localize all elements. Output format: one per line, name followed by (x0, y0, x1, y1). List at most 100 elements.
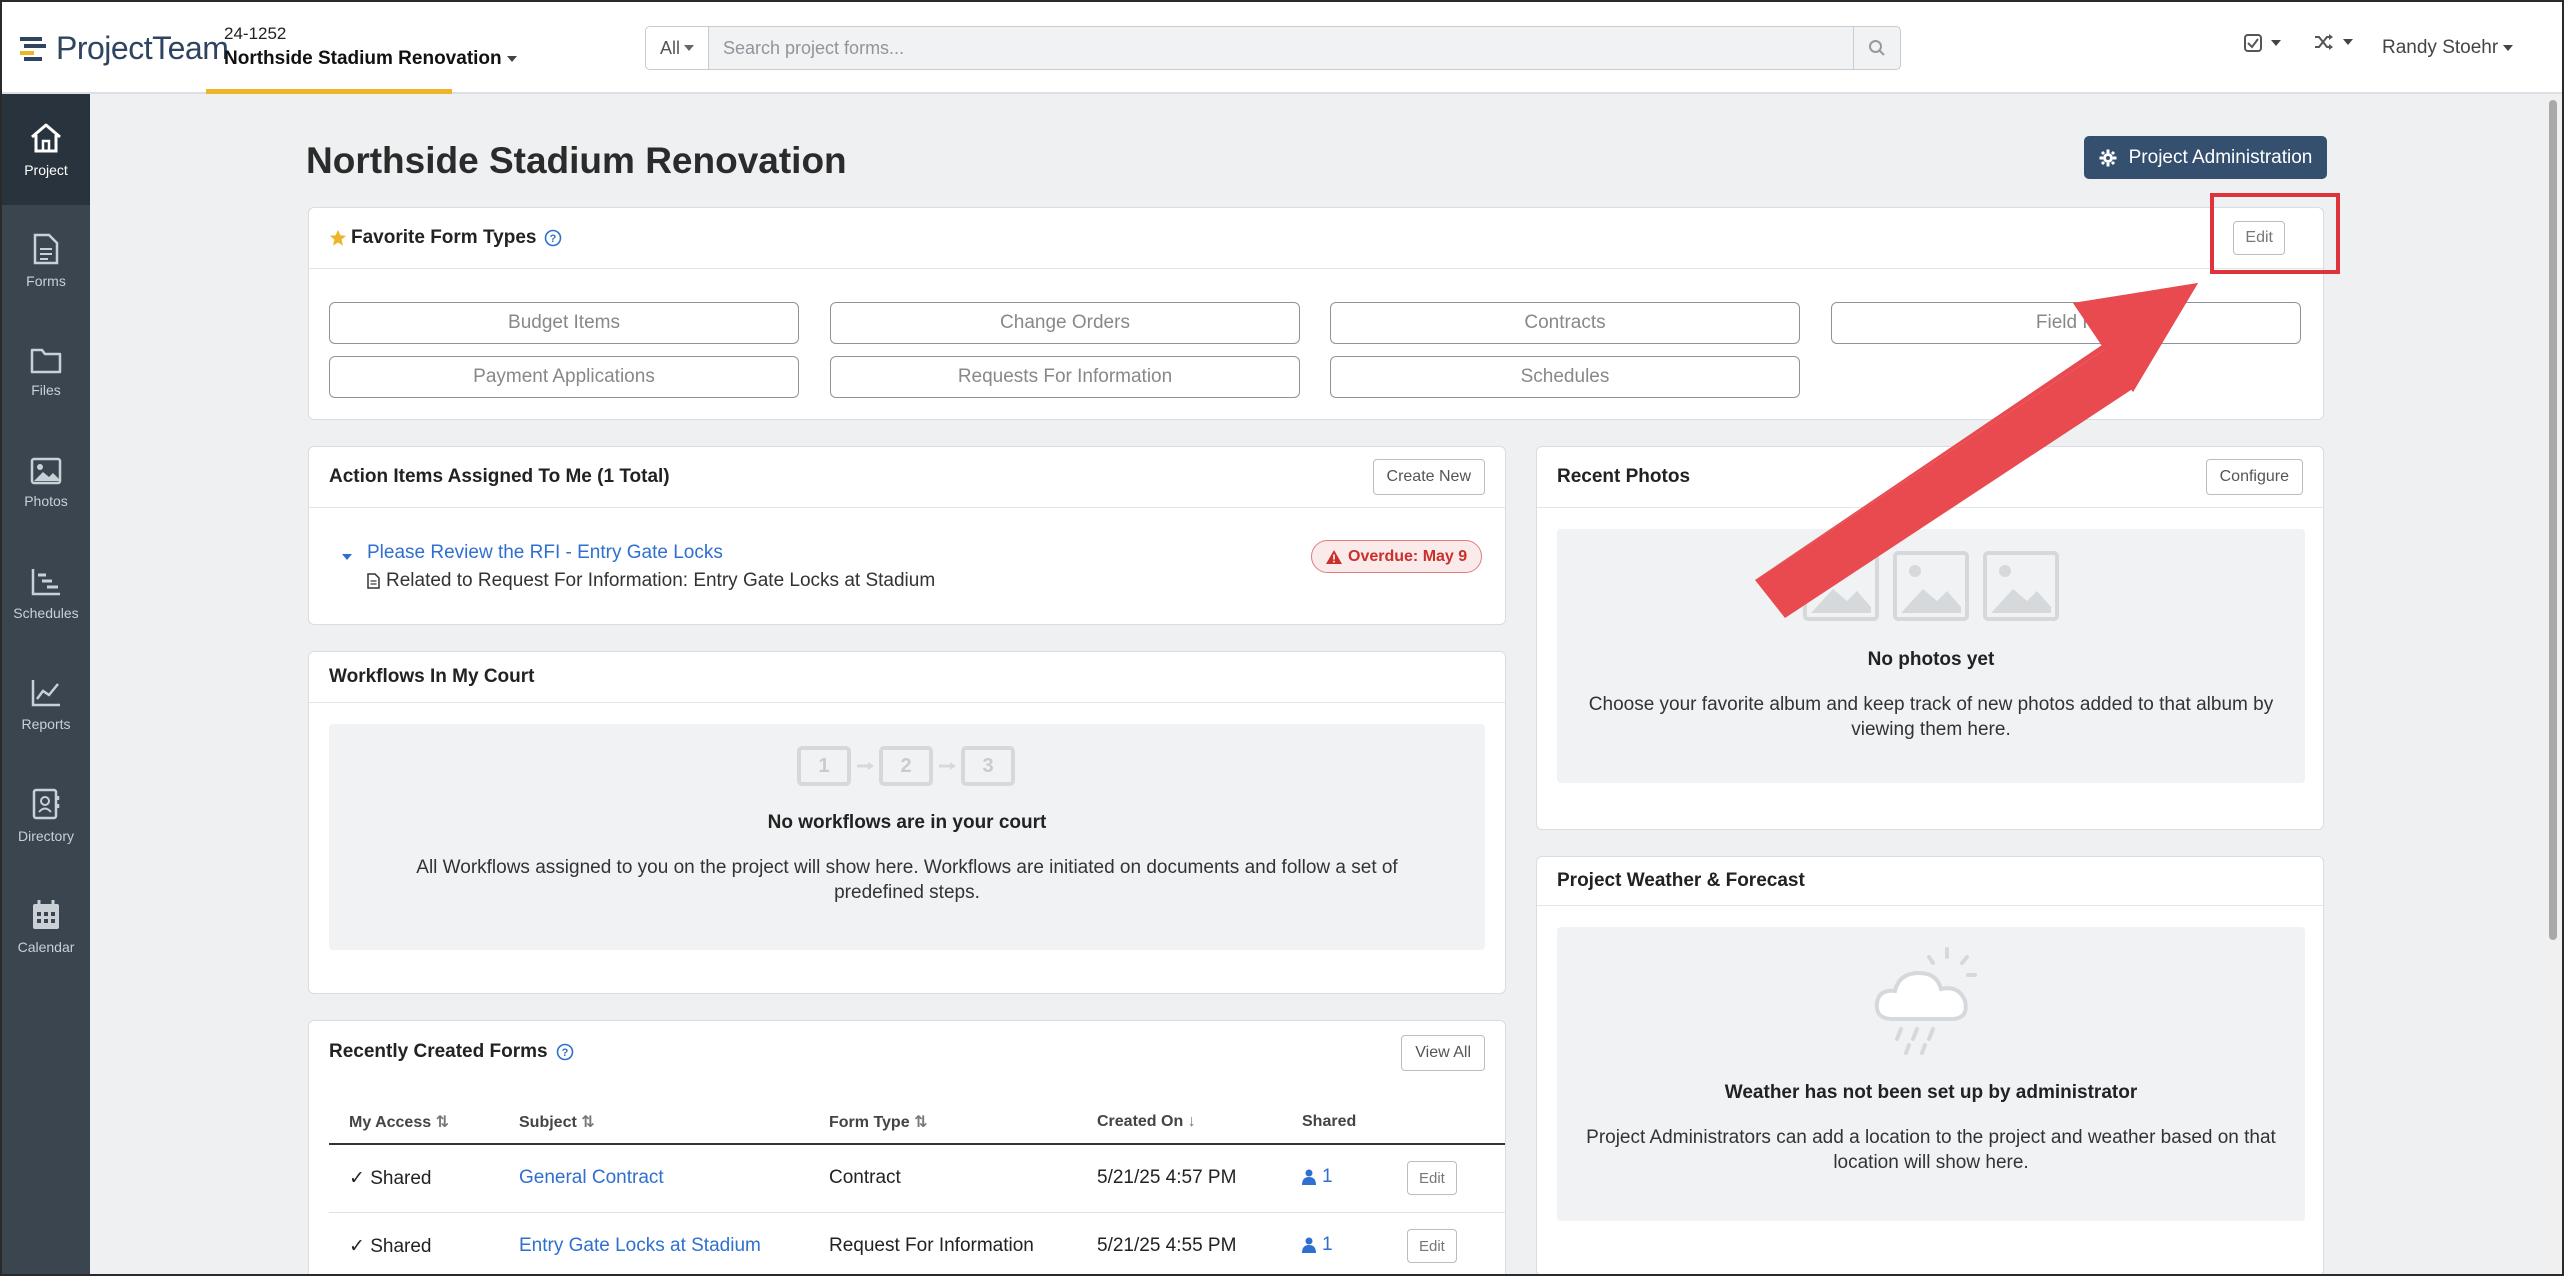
caret-down-icon (2503, 44, 2514, 51)
sidebar-item-schedules[interactable]: Schedules (2, 538, 90, 649)
logo-mark-icon (20, 36, 46, 61)
sidebar-item-photos[interactable]: Photos (2, 427, 90, 538)
view-all-button[interactable]: View All (1401, 1035, 1485, 1071)
app-logo[interactable]: ProjectTeam (20, 30, 229, 67)
search-bar: All (645, 26, 1901, 70)
search-icon (1869, 40, 1885, 56)
table-row: ✓ Shared Entry Gate Locks at Stadium Req… (329, 1212, 1505, 1276)
sidebar-item-project[interactable]: Project (2, 94, 90, 205)
column-shared: Shared (1282, 1101, 1387, 1145)
sidebar-item-reports[interactable]: Reports (2, 649, 90, 760)
cloud-sun-rain-icon (1874, 947, 1977, 1055)
photos-empty-state: No photos yet Choose your favorite album… (1557, 529, 2305, 783)
subject-link[interactable]: Entry Gate Locks at Stadium (519, 1235, 761, 1256)
sidebar-item-label: Schedules (13, 604, 79, 621)
access-text: Shared (370, 1167, 432, 1189)
help-icon[interactable]: ? (544, 229, 562, 247)
recent-photos-title: Recent Photos (1557, 466, 1691, 487)
overdue-text: Overdue: May 9 (1348, 547, 1468, 565)
shuffle-menu[interactable] (2314, 34, 2353, 50)
help-icon[interactable]: ? (556, 1043, 574, 1061)
workflows-header: Workflows In My Court (309, 652, 1505, 703)
access-text: Shared (370, 1235, 432, 1257)
column-form-type[interactable]: Form Type ⇅ (809, 1101, 1077, 1145)
top-bar: ProjectTeam 24-1252 Northside Stadium Re… (0, 0, 2564, 94)
created-on-cell: 5/21/25 4:57 PM (1077, 1144, 1282, 1213)
sidebar-item-label: Photos (24, 492, 68, 509)
favorite-budget-items[interactable]: Budget Items (329, 302, 799, 344)
scrollbar-thumb[interactable] (2549, 100, 2557, 940)
shared-cell: 1 (1282, 1144, 1387, 1213)
recent-forms-title: Recently Created Forms (329, 1040, 548, 1062)
page-title: Northside Stadium Renovation (306, 140, 847, 181)
checkbox-icon (2244, 34, 2262, 52)
table-header-row: My Access ⇅ Subject ⇅ Form Type ⇅ Create… (329, 1101, 1505, 1145)
favorite-payment-applications[interactable]: Payment Applications (329, 356, 799, 398)
favorite-label: Contracts (1524, 312, 1606, 333)
tasks-menu[interactable] (2244, 34, 2281, 52)
user-icon (1302, 1237, 1316, 1253)
sidebar-item-directory[interactable]: Directory (2, 760, 90, 871)
document-icon (33, 233, 59, 264)
configure-button[interactable]: Configure (2205, 459, 2303, 495)
form-type-cell: Request For Information (809, 1212, 1077, 1276)
favorite-label: Schedules (1520, 366, 1610, 387)
weather-empty-title: Weather has not been set up by administr… (1724, 1082, 2138, 1103)
subject-link[interactable]: General Contract (519, 1167, 664, 1188)
create-new-button[interactable]: Create New (1372, 459, 1485, 495)
workflow-step: 2 (879, 746, 933, 786)
check-icon: ✓ (349, 1235, 365, 1257)
check-icon: ✓ (349, 1167, 365, 1189)
warning-icon (1326, 549, 1342, 564)
caret-down-icon (684, 45, 694, 51)
favorite-label: Requests For Information (957, 366, 1173, 387)
document-icon (367, 573, 380, 589)
action-items-card: Action Items Assigned To Me (1 Total) Cr… (308, 446, 1506, 625)
shuffle-icon (2315, 34, 2333, 50)
search-input[interactable] (709, 26, 1853, 70)
favorite-change-orders[interactable]: Change Orders (830, 302, 1300, 344)
sidebar-item-files[interactable]: Files (2, 316, 90, 427)
line-chart-icon (31, 679, 60, 706)
shared-count-text: 1 (1322, 1165, 1333, 1187)
row-edit-button[interactable]: Edit (1407, 1161, 1457, 1196)
search-scope-dropdown[interactable]: All (645, 26, 709, 70)
project-number: 24-1252 (224, 24, 287, 43)
weather-card: Project Weather & Forecast Weather has n… (1536, 856, 2324, 1276)
sidebar-item-label: Reports (21, 715, 71, 732)
project-name-text: Northside Stadium Renovation (224, 48, 502, 69)
search-button[interactable] (1853, 26, 1901, 70)
favorite-schedules[interactable]: Schedules (1330, 356, 1800, 398)
column-subject[interactable]: Subject ⇅ (499, 1101, 809, 1145)
image-icon (30, 457, 62, 484)
favorite-label: Payment Applications (473, 366, 655, 387)
action-items-title: Action Items Assigned To Me (1 Total) (329, 466, 670, 487)
favorite-requests-for-information[interactable]: Requests For Information (830, 356, 1300, 398)
column-created-on[interactable]: Created On ↓ (1077, 1101, 1282, 1145)
recent-forms-header: Recently Created Forms ? View All (309, 1021, 1505, 1082)
favorite-label: Field R (2035, 312, 2097, 333)
recent-photos-header: Recent Photos Configure (1537, 447, 2323, 508)
column-label: Form Type (829, 1114, 910, 1131)
user-name: Randy Stoehr (2382, 37, 2499, 58)
project-switcher[interactable]: 24-1252 Northside Stadium Renovation (206, 0, 517, 94)
workflows-empty-state: 1 2 3 No workflows are in your court All… (329, 724, 1485, 950)
shared-count[interactable]: 1 (1302, 1234, 1333, 1256)
caret-down-icon[interactable] (341, 553, 353, 561)
column-my-access[interactable]: My Access ⇅ (329, 1101, 499, 1145)
gear-icon (2099, 149, 2117, 166)
sidebar-item-forms[interactable]: Forms (2, 205, 90, 316)
page-scrollbar[interactable] (2546, 94, 2560, 1274)
favorite-field-reports[interactable]: Field R (1831, 302, 2301, 344)
sidebar-item-label: Forms (26, 272, 66, 289)
recent-forms-table: My Access ⇅ Subject ⇅ Form Type ⇅ Create… (329, 1101, 1505, 1276)
shared-count[interactable]: 1 (1302, 1166, 1333, 1188)
favorite-form-types-header: Favorite Form Types ? Edit (309, 208, 2323, 269)
row-edit-button[interactable]: Edit (1407, 1229, 1457, 1263)
favorites-edit-button[interactable]: Edit (2233, 221, 2285, 255)
user-menu[interactable]: Randy Stoehr (2382, 37, 2514, 59)
favorite-contracts[interactable]: Contracts (1330, 302, 1800, 344)
sidebar-item-calendar[interactable]: Calendar (2, 871, 90, 982)
configure-label: Configure (2219, 468, 2289, 485)
project-administration-button[interactable]: Project Administration (2084, 136, 2327, 179)
